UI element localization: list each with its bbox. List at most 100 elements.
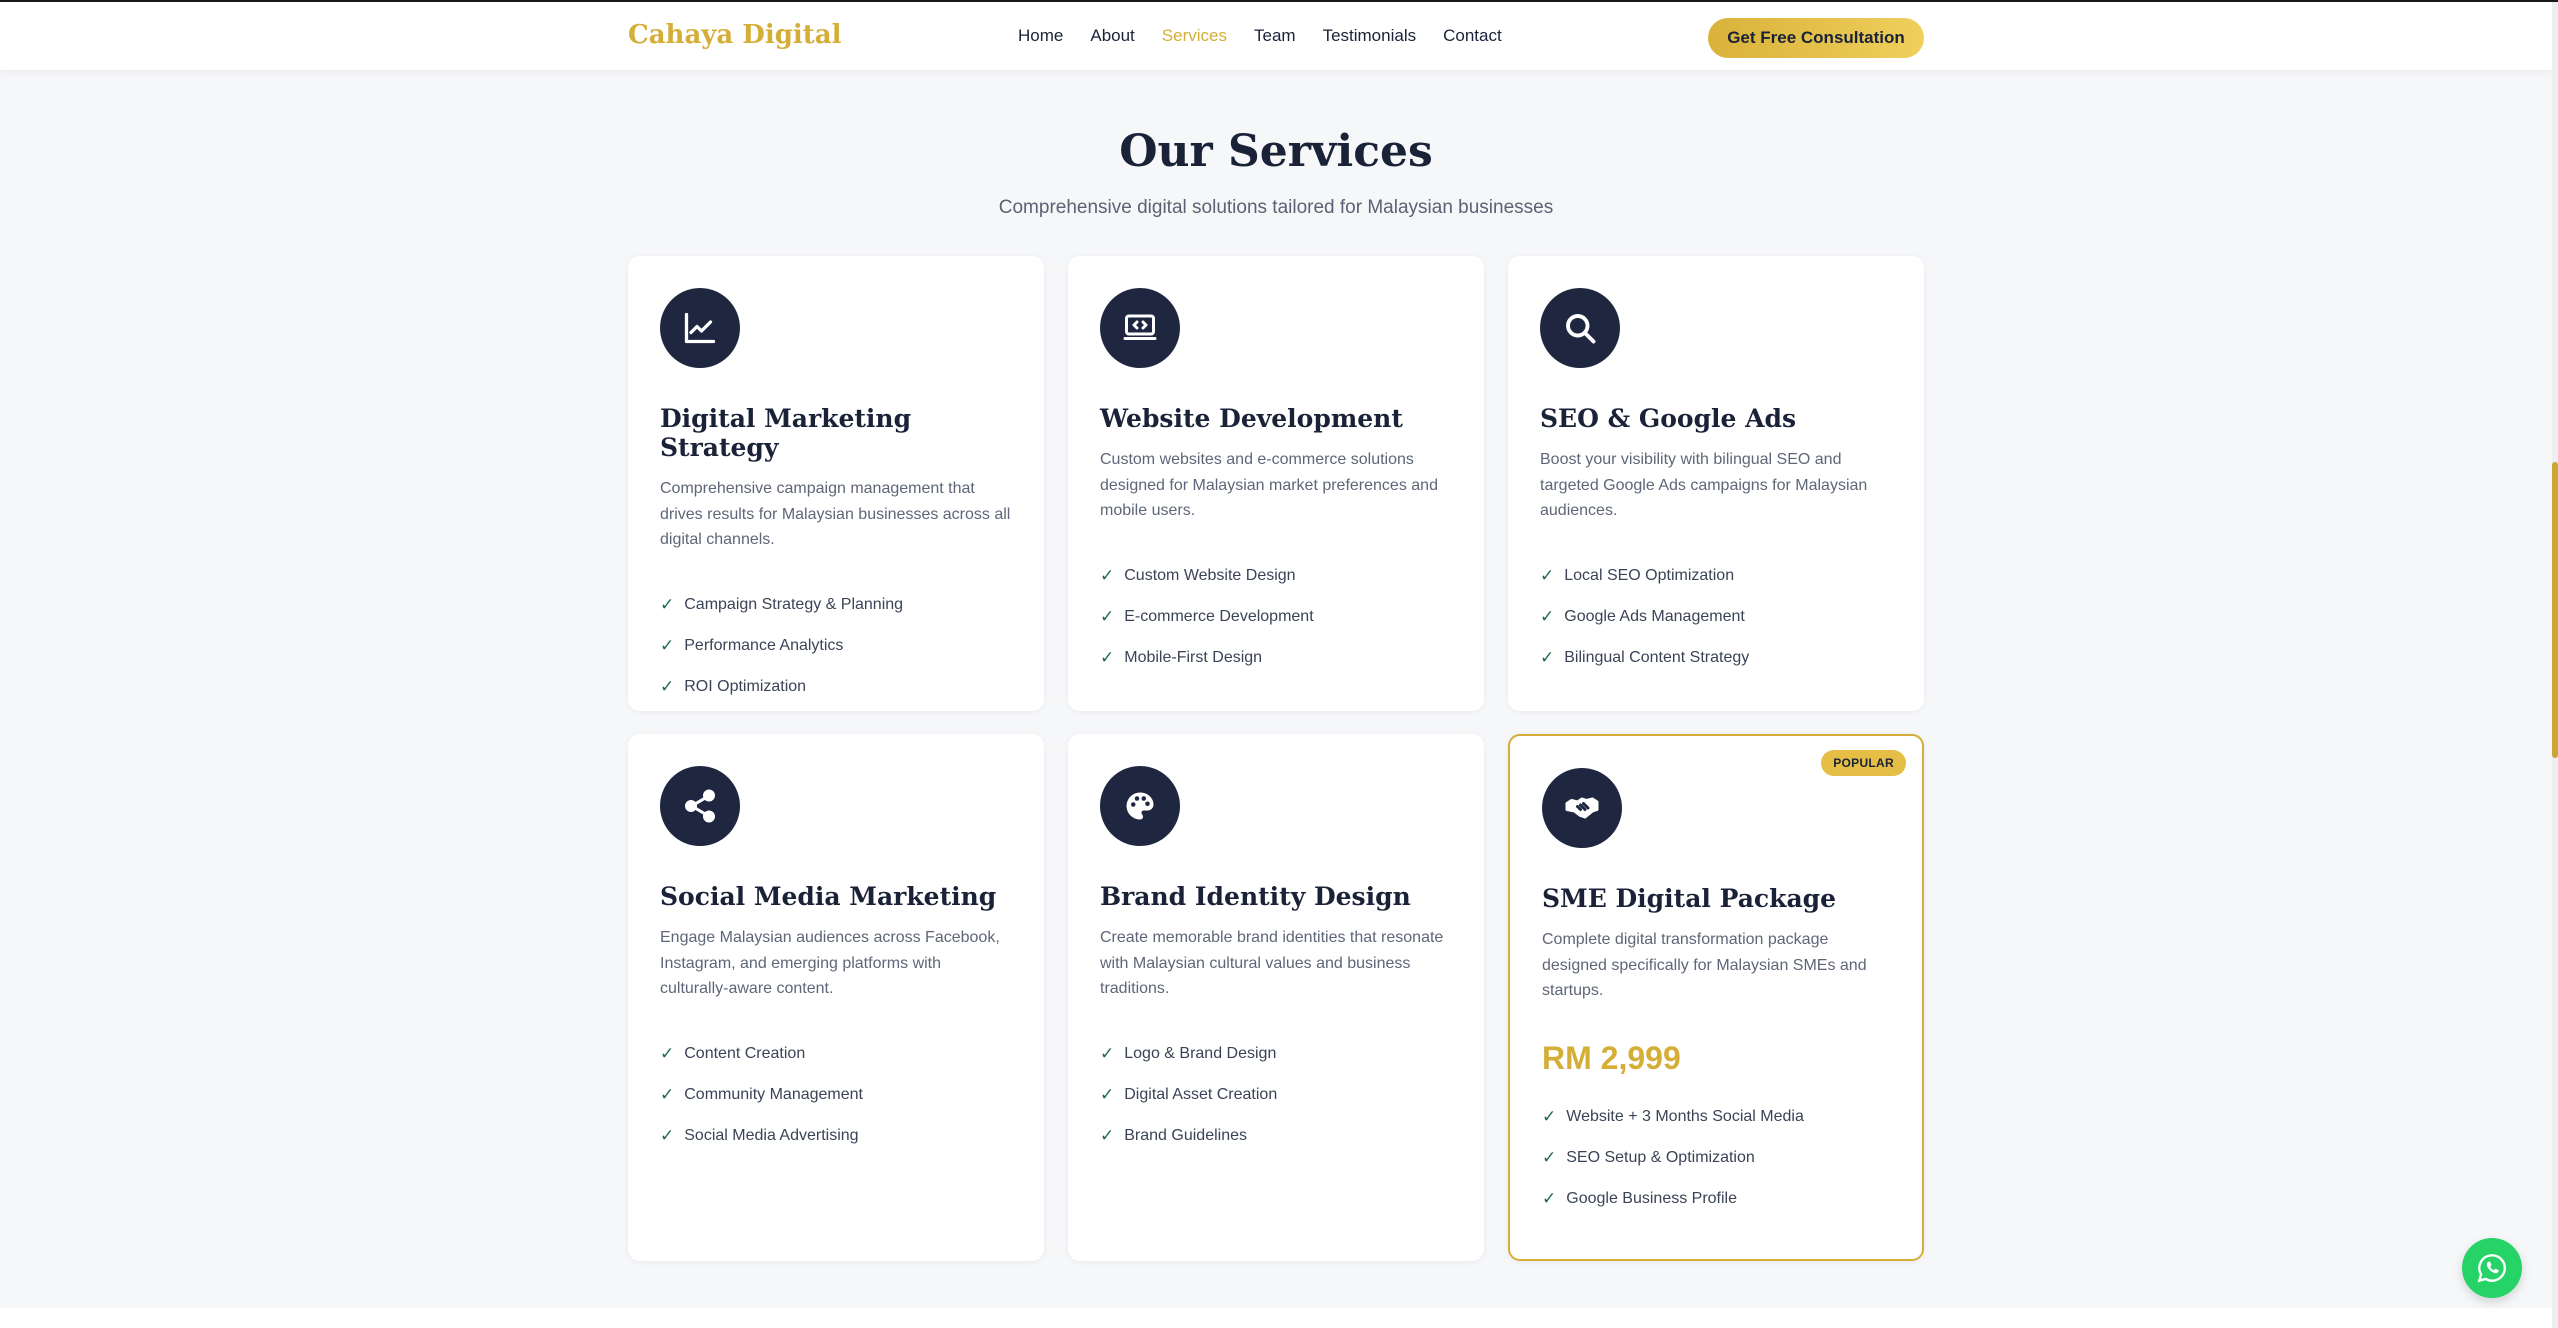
- feature-label: Campaign Strategy & Planning: [684, 596, 904, 613]
- feature-label: Google Ads Management: [1564, 608, 1745, 625]
- check-icon: ✓: [1100, 566, 1115, 586]
- site-header: Cahaya Digital Home About Services Team …: [0, 2, 2552, 70]
- service-card-brand-identity[interactable]: Brand Identity Design Create memorable b…: [1068, 734, 1484, 1261]
- card-description: Comprehensive campaign management that d…: [660, 480, 1011, 548]
- check-icon: ✓: [660, 677, 675, 697]
- feature-item: ✓ Digital Asset Creation: [1100, 1075, 1452, 1116]
- nav-about[interactable]: About: [1090, 26, 1134, 46]
- feature-item: ✓ E-commerce Development: [1100, 597, 1452, 638]
- service-card-sme-package[interactable]: POPULAR SME Digital Package Complete dig…: [1508, 734, 1924, 1261]
- brand-logo[interactable]: Cahaya Digital: [628, 20, 842, 50]
- feature-item: ✓ Social Media Advertising: [660, 1116, 1012, 1157]
- check-icon: ✓: [1540, 566, 1555, 586]
- feature-label: Brand Guidelines: [1124, 1127, 1247, 1144]
- feature-item: ✓ Bilingual Content Strategy: [1540, 638, 1892, 679]
- service-card-website-development[interactable]: Website Development Custom websites and …: [1068, 256, 1484, 711]
- feature-list: ✓ Custom Website Design ✓ E-commerce Devel…: [1100, 556, 1452, 679]
- feature-item: ✓ Mobile-First Design: [1100, 638, 1452, 679]
- check-icon: ✓: [1540, 607, 1555, 627]
- feature-item: ✓ Custom Website Design: [1100, 556, 1452, 597]
- feature-item: ✓ Community Management: [660, 1075, 1012, 1116]
- check-icon: ✓: [1100, 607, 1115, 627]
- feature-list: ✓ Logo & Brand Design ✓ Digital Asset Crea…: [1100, 1034, 1452, 1157]
- search-icon: [1540, 288, 1620, 368]
- feature-list: ✓ Local SEO Optimization ✓ Google Ads Mana…: [1540, 556, 1892, 679]
- card-description: Engage Malaysian audiences across Facebo…: [660, 929, 1000, 997]
- check-icon: ✓: [660, 595, 675, 615]
- card-title: Social Media Marketing: [660, 882, 997, 911]
- feature-label: Custom Website Design: [1124, 567, 1296, 584]
- check-icon: ✓: [660, 1126, 675, 1146]
- card-title: Brand Identity Design: [1100, 882, 1411, 911]
- feature-item: ✓ Performance Analytics: [660, 626, 1012, 667]
- feature-label: E-commerce Development: [1124, 608, 1314, 625]
- check-icon: ✓: [1100, 1085, 1115, 1105]
- card-description: Create memorable brand identities that r…: [1100, 929, 1444, 997]
- feature-label: Digital Asset Creation: [1124, 1086, 1278, 1103]
- whatsapp-icon: [2477, 1254, 2506, 1283]
- feature-item: ✓ ROI Optimization: [660, 667, 1012, 708]
- check-icon: ✓: [1540, 648, 1555, 668]
- feature-label: SEO Setup & Optimization: [1566, 1149, 1755, 1166]
- nav-home[interactable]: Home: [1018, 26, 1063, 46]
- handshake-icon: [1542, 768, 1622, 848]
- feature-label: Content Creation: [684, 1045, 806, 1062]
- card-title: SME Digital Package: [1542, 884, 1837, 913]
- feature-item: ✓ Logo & Brand Design: [1100, 1034, 1452, 1075]
- section-title: Our Services: [1119, 126, 1433, 177]
- nav-contact[interactable]: Contact: [1443, 26, 1502, 46]
- feature-label: Community Management: [684, 1086, 863, 1103]
- feature-label: Google Business Profile: [1566, 1190, 1738, 1207]
- palette-icon: [1100, 766, 1180, 846]
- feature-label: Bilingual Content Strategy: [1564, 649, 1750, 666]
- card-description: Custom websites and e-commerce solutions…: [1100, 451, 1438, 519]
- main-nav: Home About Services Team Testimonials Co…: [1018, 2, 1502, 70]
- section-subtitle: Comprehensive digital solutions tailored…: [998, 197, 1554, 218]
- check-icon: ✓: [660, 636, 675, 656]
- feature-label: Mobile-First Design: [1124, 649, 1263, 666]
- feature-item: ✓ Campaign Strategy & Planning: [660, 585, 1012, 626]
- nav-services[interactable]: Services: [1162, 26, 1227, 46]
- service-card-digital-marketing[interactable]: Digital Marketing Strategy Comprehensive…: [628, 256, 1044, 711]
- whatsapp-button[interactable]: [2462, 1238, 2522, 1298]
- check-icon: ✓: [1542, 1107, 1557, 1127]
- package-price: RM 2,999: [1542, 1039, 1681, 1076]
- feature-list: ✓ Campaign Strategy & Planning ✓ Performan…: [660, 585, 1012, 708]
- feature-item: ✓ Google Business Profile: [1542, 1179, 1890, 1220]
- chart-icon: [660, 288, 740, 368]
- scrollbar-thumb[interactable]: [2552, 462, 2558, 758]
- check-icon: ✓: [1542, 1148, 1557, 1168]
- popular-badge: POPULAR: [1821, 750, 1906, 776]
- card-description: Boost your visibility with bilingual SEO…: [1540, 451, 1868, 519]
- feature-label: Performance Analytics: [684, 637, 844, 654]
- check-icon: ✓: [1100, 648, 1115, 668]
- feature-item: ✓ Brand Guidelines: [1100, 1116, 1452, 1157]
- card-title: Digital Marketing Strategy: [660, 404, 912, 462]
- nav-testimonials[interactable]: Testimonials: [1323, 26, 1417, 46]
- feature-label: Logo & Brand Design: [1124, 1045, 1277, 1062]
- nav-team[interactable]: Team: [1254, 26, 1296, 46]
- feature-item: ✓ SEO Setup & Optimization: [1542, 1138, 1890, 1179]
- feature-label: Website + 3 Months Social Media: [1566, 1108, 1804, 1125]
- card-description: Complete digital transformation package …: [1542, 931, 1867, 999]
- code-laptop-icon: [1100, 288, 1180, 368]
- service-card-social-media[interactable]: Social Media Marketing Engage Malaysian …: [628, 734, 1044, 1261]
- check-icon: ✓: [660, 1085, 675, 1105]
- check-icon: ✓: [1542, 1189, 1557, 1209]
- feature-list: ✓ Content Creation ✓ Community Management …: [660, 1034, 1012, 1157]
- feature-item: ✓ Local SEO Optimization: [1540, 556, 1892, 597]
- feature-item: ✓ Google Ads Management: [1540, 597, 1892, 638]
- service-card-seo-google-ads[interactable]: SEO & Google Ads Boost your visibility w…: [1508, 256, 1924, 711]
- check-icon: ✓: [660, 1044, 675, 1064]
- next-section-edge: [0, 1308, 2552, 1328]
- check-icon: ✓: [1100, 1044, 1115, 1064]
- card-title: Website Development: [1100, 404, 1403, 433]
- get-free-consultation-button[interactable]: Get Free Consultation: [1708, 18, 1924, 58]
- feature-item: ✓ Website + 3 Months Social Media: [1542, 1097, 1890, 1138]
- share-icon: [660, 766, 740, 846]
- feature-label: ROI Optimization: [684, 678, 807, 695]
- check-icon: ✓: [1100, 1126, 1115, 1146]
- feature-item: ✓ Content Creation: [660, 1034, 1012, 1075]
- feature-list: ✓ Website + 3 Months Social Media ✓ SEO Se…: [1542, 1097, 1890, 1220]
- feature-label: Local SEO Optimization: [1564, 567, 1735, 584]
